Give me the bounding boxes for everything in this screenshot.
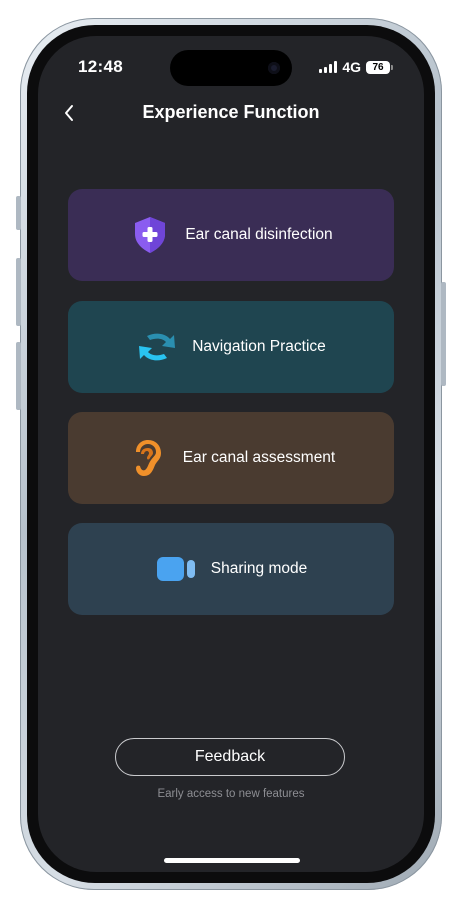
card-label: Ear canal assessment bbox=[182, 449, 336, 466]
sharing-mode-card[interactable]: Sharing mode bbox=[68, 523, 394, 615]
battery-level: 76 bbox=[372, 61, 384, 73]
battery-icon: 76 bbox=[366, 60, 393, 74]
status-bar: 12:48 4G 76 bbox=[38, 36, 424, 100]
card-label: Navigation Practice bbox=[192, 338, 326, 355]
shield-plus-icon bbox=[129, 214, 171, 256]
early-access-caption: Early access to new features bbox=[157, 788, 305, 800]
page-title: Experience Function bbox=[142, 102, 320, 122]
home-indicator[interactable] bbox=[164, 858, 300, 863]
ear-canal-assessment-card[interactable]: Ear canal assessment bbox=[68, 412, 394, 504]
app-screen: 12:48 4G 76 Experience Function Ear cana… bbox=[38, 36, 424, 872]
ear-canal-disinfection-card[interactable]: Ear canal disinfection bbox=[68, 189, 394, 281]
video-camera-icon bbox=[155, 548, 197, 590]
status-indicators: 4G 76 bbox=[319, 59, 393, 75]
feedback-button[interactable]: Feedback bbox=[115, 738, 345, 776]
page-header: Experience Function bbox=[38, 96, 424, 130]
card-label: Ear canal disinfection bbox=[185, 226, 333, 243]
status-time: 12:48 bbox=[78, 57, 123, 76]
dynamic-island bbox=[170, 50, 292, 86]
action-button bbox=[16, 196, 21, 230]
ear-icon bbox=[127, 437, 169, 479]
sync-arrows-icon bbox=[136, 326, 178, 368]
volume-down-button bbox=[16, 342, 21, 410]
card-label: Sharing mode bbox=[210, 560, 308, 577]
navigation-practice-card[interactable]: Navigation Practice bbox=[68, 301, 394, 393]
front-camera bbox=[268, 62, 280, 74]
volume-up-button bbox=[16, 258, 21, 326]
cellular-signal-icon bbox=[319, 61, 338, 73]
power-button bbox=[441, 282, 446, 386]
network-type: 4G bbox=[342, 59, 361, 75]
